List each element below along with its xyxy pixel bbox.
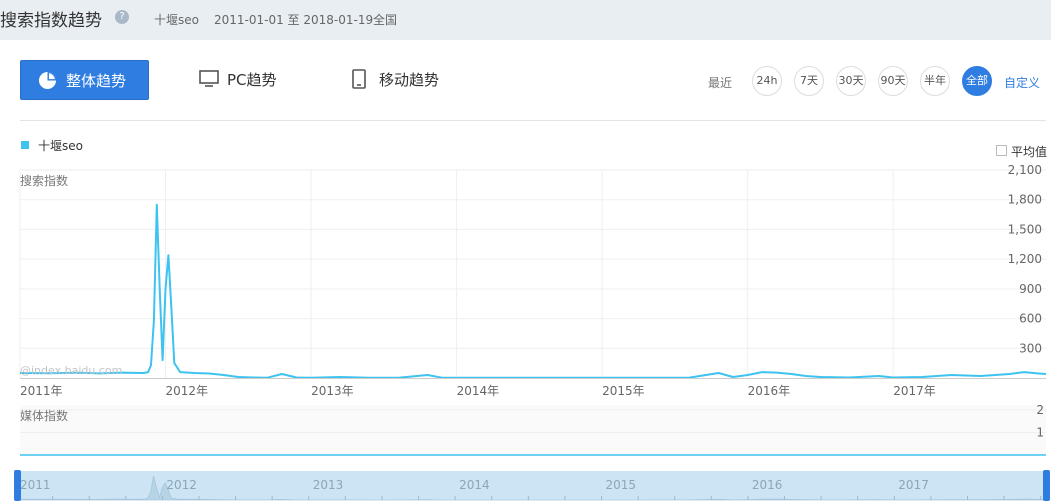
legend-series-label[interactable]: 十堰seo — [38, 137, 83, 154]
range-30d-button[interactable]: 30天 — [836, 66, 866, 96]
average-checkbox[interactable] — [996, 145, 1007, 156]
y-tick-label: 900 — [1019, 282, 1042, 296]
average-label: 平均值 — [1011, 145, 1048, 159]
x-tick-label: 2013年 — [311, 384, 354, 398]
navigator-series-area — [15, 475, 1049, 501]
series-line-shiyan-seo — [19, 203, 1047, 379]
range-label: 最近 — [708, 76, 733, 90]
y-tick-label: 1,200 — [1008, 252, 1042, 266]
media-index-panel — [20, 405, 1046, 455]
x-tick-label: 2012年 — [166, 384, 209, 398]
y-tick-label: 300 — [1019, 341, 1042, 355]
navigator-selection — [16, 471, 1048, 500]
navigator-left-handle[interactable] — [14, 470, 21, 501]
range-half-year-button[interactable]: 半年 — [920, 66, 950, 96]
y-tick-label: 1,500 — [1008, 222, 1042, 236]
legend-swatch — [21, 141, 29, 149]
monitor-icon — [199, 70, 219, 87]
navigator-year-label: 2015 — [606, 478, 637, 492]
region-label: 全国 — [373, 13, 398, 27]
x-tick-label: 2017年 — [893, 384, 936, 398]
tab-overall-label: 整体趋势 — [66, 72, 127, 90]
date-range-label: 2011-01-01 至 2018-01-19 — [214, 13, 374, 27]
range-7d-button[interactable]: 7天 — [794, 66, 824, 96]
x-tick-label: 2015年 — [602, 384, 645, 398]
x-tick-label: 2014年 — [457, 384, 500, 398]
y-tick-label: 1,800 — [1008, 193, 1042, 207]
page-title: 搜索指数趋势 — [0, 11, 102, 31]
help-icon[interactable]: ? — [115, 10, 129, 24]
navigator-year-label: 2017 — [898, 478, 929, 492]
navigator-right-handle[interactable] — [1043, 470, 1050, 501]
x-tick-label: 2011年 — [20, 384, 63, 398]
tab-overall-trend[interactable]: 整体趋势 — [20, 60, 149, 100]
navigator-year-label: 2011 — [20, 478, 51, 492]
tab-mobile-label: 移动趋势 — [379, 71, 440, 89]
navigator-year-label: 2013 — [313, 478, 344, 492]
y-tick-label: 600 — [1019, 312, 1042, 326]
range-24h-button[interactable]: 24h — [752, 66, 782, 96]
x-tick-label: 2016年 — [748, 384, 791, 398]
media-y-tick-label: 2 — [1036, 403, 1044, 417]
divider — [20, 120, 1046, 121]
custom-range-link[interactable]: 自定义 — [1004, 74, 1040, 91]
navigator-year-label: 2016 — [752, 478, 783, 492]
pie-chart-icon — [38, 71, 57, 90]
navigator-year-label: 2014 — [459, 478, 490, 492]
watermark: @index.baidu.com — [20, 364, 123, 377]
range-90d-button[interactable]: 90天 — [878, 66, 908, 96]
tab-pc-label: PC趋势 — [227, 71, 277, 89]
keyword-label: 十堰seo — [154, 13, 199, 27]
media-y-tick-label: 1 — [1036, 426, 1044, 440]
media-index-axis-label: 媒体指数 — [20, 409, 69, 423]
header-bar: 搜索指数趋势 ? 十堰seo 2011-01-01 至 2018-01-19 全… — [0, 0, 1051, 40]
search-index-axis-label: 搜索指数 — [20, 174, 69, 188]
navigator-year-label: 2012 — [166, 478, 197, 492]
range-all-button[interactable]: 全部 — [962, 66, 992, 96]
mobile-icon — [352, 69, 366, 89]
y-tick-label: 2,100 — [1008, 163, 1042, 177]
